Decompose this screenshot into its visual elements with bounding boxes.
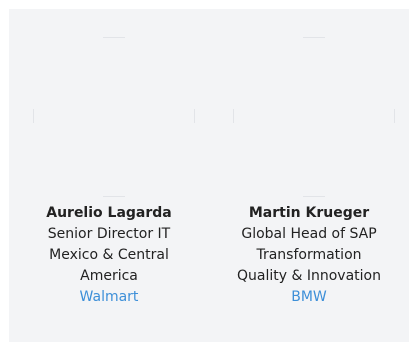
photo-edge-marker (103, 196, 125, 197)
photo-edge-marker (233, 109, 234, 123)
speaker-info: Martin Krueger Global Head of SAP Transf… (209, 203, 409, 308)
speaker-title-line: Global Head of SAP (241, 226, 377, 242)
speaker-title-line: Quality & Innovation (237, 268, 381, 284)
speakers-panel: Aurelio Lagarda Senior Director IT Mexic… (9, 9, 409, 342)
photo-edge-marker (394, 109, 395, 123)
speaker-name: Aurelio Lagarda (46, 205, 172, 221)
speaker-card: Martin Krueger Global Head of SAP Transf… (209, 9, 409, 342)
speaker-photo-placeholder (233, 37, 395, 197)
speaker-photo-placeholder (33, 37, 195, 197)
speaker-title-line: Senior Director IT (47, 226, 171, 242)
speaker-card: Aurelio Lagarda Senior Director IT Mexic… (9, 9, 209, 342)
photo-edge-marker (33, 109, 34, 123)
photo-edge-marker (194, 109, 195, 123)
speaker-company-link[interactable]: BMW (291, 289, 327, 305)
speaker-title-line: Transformation (256, 247, 362, 263)
photo-edge-marker (103, 37, 125, 38)
photo-edge-marker (303, 196, 325, 197)
speaker-name: Martin Krueger (248, 205, 370, 221)
photo-edge-marker (303, 37, 325, 38)
speaker-title-line: America (80, 268, 138, 284)
speaker-company-link[interactable]: Walmart (80, 289, 139, 305)
speaker-title-line: Mexico & Central (49, 247, 169, 263)
speaker-info: Aurelio Lagarda Senior Director IT Mexic… (9, 203, 209, 308)
